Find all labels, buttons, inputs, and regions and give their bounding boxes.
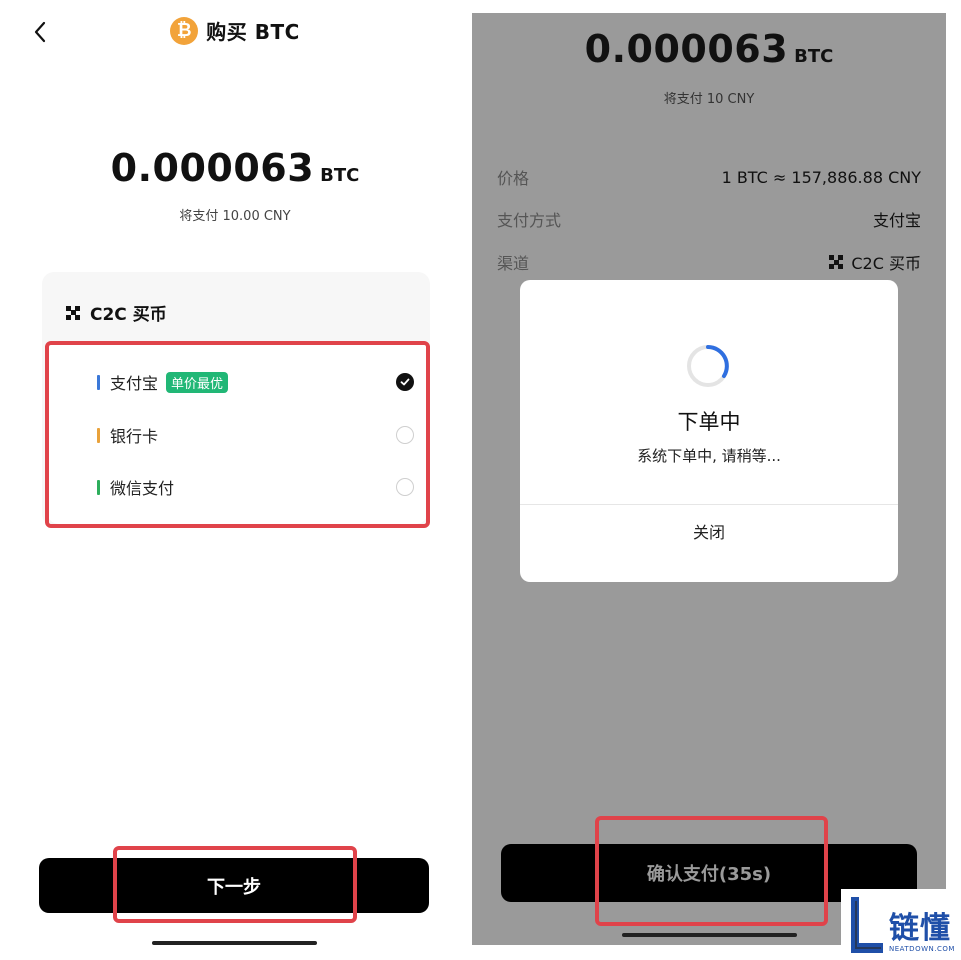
info-row-channel: 渠道 C2C 买币 (497, 250, 921, 274)
c2c-logo-icon (829, 255, 844, 269)
option-label: 微信支付 (110, 479, 175, 498)
payment-channel-card: C2C 买币 支付宝 单价最优 银行卡 微信支付 (42, 272, 430, 526)
amount-unit: BTC (320, 165, 360, 186)
dialog-title: 下单中 (677, 410, 741, 434)
radio-checked-icon[interactable] (396, 373, 414, 391)
best-price-badge: 单价最优 (166, 371, 229, 393)
buy-btc-screen: ₿ 购买 BTC 0.000063 BTC 将支付 10.00 CNY C2C … (0, 0, 470, 960)
amount-value: 0.000063 (110, 146, 315, 190)
amount-unit: BTC (794, 46, 834, 67)
next-step-button[interactable]: 下一步 (39, 858, 429, 913)
radio-unchecked-icon[interactable] (396, 478, 414, 496)
info-value: 支付宝 (872, 211, 921, 230)
dialog-message: 系统下单中, 请稍等... (637, 447, 781, 465)
pay-amount-text: 将支付 10 CNY (663, 92, 755, 107)
bitcoin-icon: ₿ (170, 16, 199, 45)
page-title: 购买 BTC (206, 20, 300, 44)
pay-amount-text: 将支付 10.00 CNY (179, 209, 291, 224)
channel-title: C2C 买币 (90, 305, 167, 325)
c2c-logo-icon (66, 305, 80, 320)
info-key: 支付方式 (497, 211, 562, 230)
channel-header: C2C 买币 (66, 300, 167, 325)
option-color-bar (97, 374, 100, 390)
info-value: C2C 买币 (851, 254, 921, 273)
payment-option-alipay[interactable]: 支付宝 单价最优 (97, 367, 414, 397)
amount-value: 0.000063 (584, 27, 789, 71)
option-label: 支付宝 (110, 374, 159, 393)
ordering-dialog: 下单中 系统下单中, 请稍等... 关闭 (520, 280, 898, 582)
home-indicator (622, 933, 797, 937)
watermark-text: 链懂 (889, 911, 951, 946)
watermark-subtext: NEATDOWN.COM (889, 945, 955, 953)
watermark-logo-icon (851, 897, 883, 953)
option-label: 银行卡 (110, 427, 159, 446)
info-value-wrap: C2C 买币 (829, 250, 921, 274)
info-row-payment-method: 支付方式 支付宝 (497, 207, 921, 231)
info-key: 渠道 (497, 254, 530, 273)
info-key: 价格 (497, 169, 530, 188)
watermark: 链懂 NEATDOWN.COM (841, 889, 961, 960)
option-color-bar (97, 479, 100, 495)
dialog-close-button[interactable]: 关闭 (520, 505, 898, 557)
amount-display: 0.000063 BTC (472, 27, 946, 71)
amount-display: 0.000063 BTC (0, 146, 470, 190)
payment-option-bank-card[interactable]: 银行卡 (97, 420, 414, 450)
order-processing-screen: 0.000063 BTC 将支付 10 CNY 价格 1 BTC ≈ 157,8… (472, 13, 946, 945)
loading-spinner-icon (687, 345, 729, 387)
option-color-bar (97, 427, 100, 443)
payment-options-list: 支付宝 单价最优 银行卡 微信支付 (47, 344, 428, 524)
page-header: ₿ 购买 BTC (0, 16, 470, 45)
info-value: 1 BTC ≈ 157,886.88 CNY (721, 167, 921, 187)
home-indicator (152, 941, 317, 945)
payment-option-wechat-pay[interactable]: 微信支付 (97, 472, 414, 502)
radio-unchecked-icon[interactable] (396, 426, 414, 444)
info-row-price: 价格 1 BTC ≈ 157,886.88 CNY (497, 165, 921, 189)
